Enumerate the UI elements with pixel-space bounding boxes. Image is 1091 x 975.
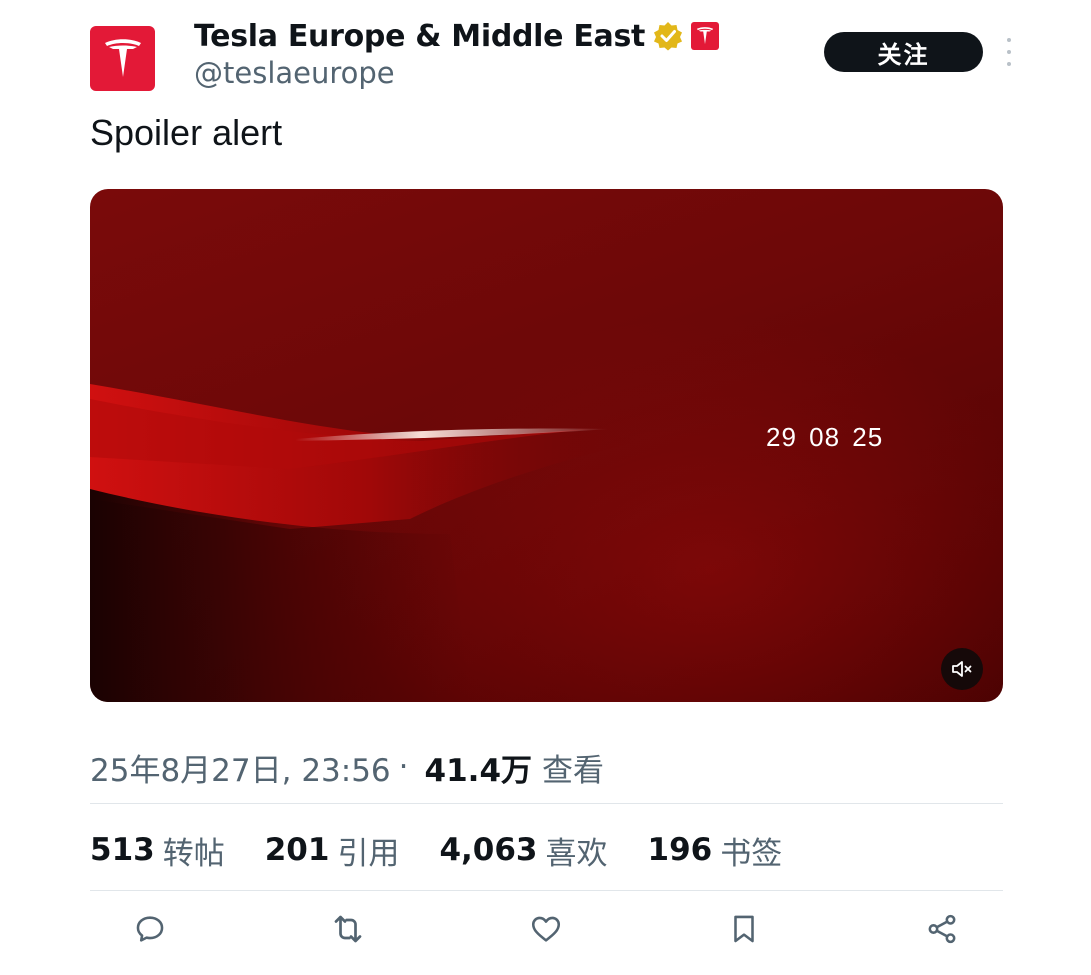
tweet-detail: Tesla Europe & Middle East @teslaeurope …	[0, 0, 1091, 975]
mute-button[interactable]	[941, 648, 983, 690]
timestamp[interactable]: 25年8月27日, 23:56	[90, 745, 391, 790]
stat-likes[interactable]: 4,063 喜欢	[439, 828, 607, 873]
reply-icon	[136, 916, 164, 942]
stat-bookmarks[interactable]: 196 书签	[648, 828, 783, 873]
author-name-row[interactable]: Tesla Europe & Middle East	[194, 14, 720, 58]
volume-mute-icon	[952, 661, 972, 677]
view-count-label: 查看	[542, 752, 605, 789]
stat-count: 4,063	[439, 832, 538, 868]
retweet-icon	[334, 915, 362, 943]
stat-label: 引用	[337, 835, 400, 872]
retweet-button[interactable]	[329, 910, 367, 948]
verified-badge-icon[interactable]	[653, 21, 683, 51]
video-player[interactable]: 29 08 25	[90, 189, 1003, 702]
stat-quotes[interactable]: 201 引用	[265, 828, 400, 873]
divider	[90, 890, 1003, 891]
video-date-overlay: 29 08 25	[766, 422, 884, 452]
like-button[interactable]	[527, 910, 565, 948]
follow-button[interactable]: 关注	[824, 32, 983, 72]
more-options-icon[interactable]	[1000, 38, 1018, 66]
stat-label: 喜欢	[545, 835, 608, 872]
stat-label: 书签	[720, 835, 783, 872]
bookmark-icon	[734, 915, 754, 943]
view-count: 41.4万	[424, 752, 533, 789]
tweet-meta: 25年8月27日, 23:56 · 41.4万 查看	[90, 745, 604, 789]
display-name[interactable]: Tesla Europe & Middle East	[194, 19, 645, 54]
affiliate-badge-icon[interactable]	[691, 22, 720, 50]
like-icon	[531, 916, 561, 942]
meta-separator: ·	[398, 749, 409, 785]
share-button[interactable]	[923, 910, 961, 948]
action-bar	[90, 900, 1003, 958]
avatar[interactable]	[90, 26, 155, 91]
share-icon	[928, 914, 956, 944]
bookmark-button[interactable]	[725, 910, 763, 948]
tweet-text: Spoiler alert	[90, 112, 283, 153]
engagement-stats: 513 转帖 201 引用 4,063 喜欢 196 书签	[90, 826, 822, 874]
stat-count: 201	[264, 832, 330, 868]
handle[interactable]: @teslaeurope	[194, 56, 395, 90]
stat-reposts[interactable]: 513 转帖	[90, 828, 225, 873]
reply-button[interactable]	[131, 910, 169, 948]
stat-count: 513	[90, 832, 155, 868]
tesla-logo-icon	[104, 38, 141, 77]
divider	[90, 803, 1003, 804]
stat-label: 转帖	[162, 835, 225, 872]
stat-count: 196	[647, 832, 713, 868]
